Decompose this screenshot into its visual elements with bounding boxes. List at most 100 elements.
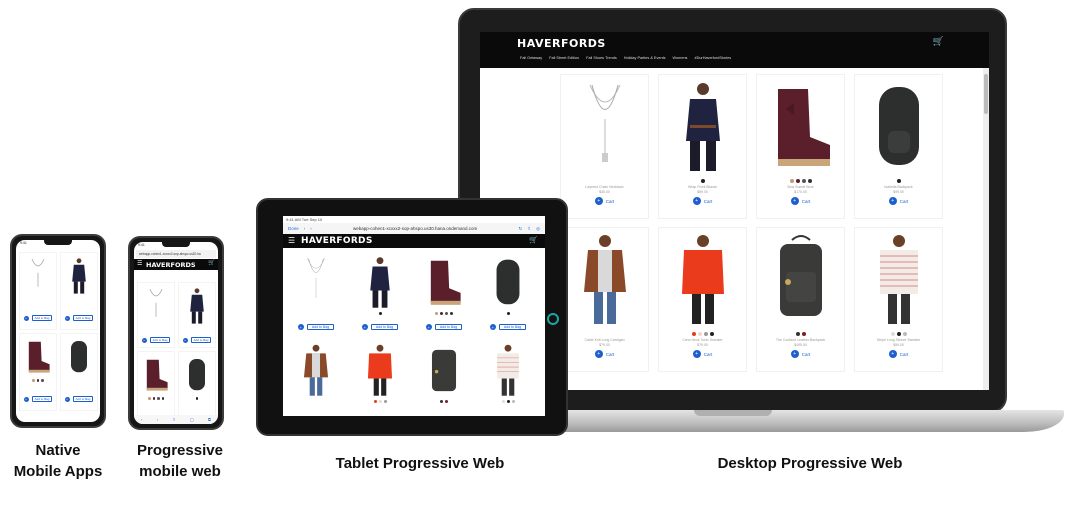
add-to-bag-button[interactable]: Add to Bag: [370, 324, 399, 330]
cart-link[interactable]: Cart: [606, 199, 615, 204]
forward-icon[interactable]: ›: [310, 226, 312, 231]
product-name[interactable]: Cable Knit Long Cardigan: [561, 338, 648, 342]
add-to-bag-button[interactable]: Add to Bag: [149, 337, 171, 343]
site-logo[interactable]: HAVERFORDS: [517, 37, 606, 50]
cart-link[interactable]: Cart: [704, 199, 713, 204]
color-swatches[interactable]: [179, 397, 215, 400]
back-icon[interactable]: ‹: [304, 226, 306, 231]
color-swatches[interactable]: [478, 400, 538, 403]
product-card[interactable]: + Add to Bag: [478, 252, 538, 334]
share-icon[interactable]: ⇪: [172, 417, 175, 422]
add-circle-icon[interactable]: +: [489, 324, 496, 330]
color-swatches[interactable]: [414, 312, 474, 315]
product-card[interactable]: [350, 340, 410, 416]
add-circle-icon[interactable]: +: [594, 197, 603, 205]
add-circle-icon[interactable]: +: [888, 350, 897, 358]
add-circle-icon[interactable]: +: [594, 350, 603, 358]
url-field[interactable]: webapp-cohen1-xcxxx2-sop-ahspo.us30.hana…: [317, 226, 514, 231]
product-card[interactable]: + Add to Bag: [60, 333, 98, 411]
add-circle-icon[interactable]: +: [790, 197, 799, 205]
home-button[interactable]: [547, 313, 559, 325]
product-card[interactable]: Bow Suede Boot $170.00 + Cart: [756, 74, 845, 219]
color-swatches[interactable]: [659, 332, 746, 336]
add-circle-icon[interactable]: +: [23, 396, 29, 402]
cart-link[interactable]: Cart: [802, 352, 811, 357]
product-card[interactable]: The Cortland Leather Backpack $495.00 + C…: [756, 227, 845, 372]
product-card[interactable]: Wrap Front Blouse $89.00 + Cart: [658, 74, 747, 219]
add-circle-icon[interactable]: +: [425, 324, 432, 330]
nav-item[interactable]: Womens: [673, 56, 688, 60]
add-circle-icon[interactable]: +: [790, 350, 799, 358]
product-card[interactable]: + Add to Bag: [414, 252, 474, 334]
forward-icon[interactable]: ›: [157, 417, 158, 422]
product-name[interactable]: The Cortland Leather Backpack: [757, 338, 844, 342]
back-icon[interactable]: ‹: [141, 417, 142, 422]
add-circle-icon[interactable]: +: [141, 337, 147, 343]
add-circle-icon[interactable]: +: [64, 315, 70, 321]
done-button[interactable]: Done: [288, 226, 299, 231]
cart-link[interactable]: Cart: [704, 352, 713, 357]
color-swatches[interactable]: [138, 397, 174, 400]
hamburger-menu-icon[interactable]: ☰: [288, 236, 295, 245]
color-swatches[interactable]: [757, 179, 844, 183]
product-card[interactable]: [478, 340, 538, 416]
color-swatches[interactable]: [855, 179, 942, 183]
nav-item[interactable]: Fall Street Edition: [549, 56, 579, 60]
nav-item[interactable]: Fall Getaway: [520, 56, 542, 60]
product-card[interactable]: Stripe Long Sleeve Sweater $59.00 + Cart: [854, 227, 943, 372]
site-logo[interactable]: HAVERFORDS: [146, 261, 196, 269]
product-name[interactable]: Isabella Backpack: [855, 185, 942, 189]
nav-item[interactable]: Fall Shoes Trends: [586, 56, 617, 60]
shopping-cart-icon[interactable]: 🛒: [933, 36, 944, 47]
product-card[interactable]: Layered Chain Necklace $45.00 + Cart: [560, 74, 649, 219]
color-swatches[interactable]: [855, 332, 942, 336]
color-swatches[interactable]: [350, 400, 410, 403]
cart-link[interactable]: Cart: [606, 352, 615, 357]
add-circle-icon[interactable]: +: [297, 324, 304, 330]
add-circle-icon[interactable]: +: [692, 350, 701, 358]
product-card[interactable]: [286, 340, 346, 416]
nav-item[interactable]: #DurHaverfordStories: [694, 56, 731, 60]
product-card[interactable]: + Add to Bag: [137, 282, 175, 348]
color-swatches[interactable]: [757, 332, 844, 336]
product-card[interactable]: + Add to Bag: [350, 252, 410, 334]
color-swatches[interactable]: [478, 312, 538, 315]
product-card[interactable]: + Add to Bag: [19, 333, 57, 411]
tabs-icon[interactable]: ⧉: [208, 417, 211, 422]
hamburger-menu-icon[interactable]: ☰: [137, 260, 142, 267]
product-card[interactable]: [137, 351, 175, 417]
cart-link[interactable]: Cart: [802, 199, 811, 204]
product-name[interactable]: Layered Chain Necklace: [561, 185, 648, 189]
color-swatches[interactable]: [414, 400, 474, 403]
nav-item[interactable]: Holiday Parties & Events: [624, 56, 666, 60]
add-circle-icon[interactable]: +: [692, 197, 701, 205]
product-card[interactable]: [178, 351, 216, 417]
product-card[interactable]: + Add to Bag: [60, 252, 98, 330]
add-to-bag-button[interactable]: Add to Bag: [72, 396, 94, 402]
add-to-bag-button[interactable]: Add to Bag: [434, 324, 463, 330]
product-card[interactable]: Crew Neck Tunic Sweater $79.00 + Cart: [658, 227, 747, 372]
product-card[interactable]: Cable Knit Long Cardigan $79.00 + Cart: [560, 227, 649, 372]
page-scrollbar[interactable]: [983, 68, 989, 390]
add-circle-icon[interactable]: +: [888, 197, 897, 205]
url-field[interactable]: webapp-cohen1-xcxxx2-sop-ahspo.us30.ha: [136, 250, 216, 258]
cart-link[interactable]: Cart: [900, 199, 909, 204]
shopping-cart-icon[interactable]: 🛒: [529, 236, 538, 244]
add-circle-icon[interactable]: +: [361, 324, 368, 330]
shopping-cart-icon[interactable]: 🛒: [208, 260, 215, 266]
cart-link[interactable]: Cart: [900, 352, 909, 357]
color-swatches[interactable]: [20, 379, 56, 382]
scrollbar-thumb[interactable]: [984, 74, 988, 114]
bookmarks-icon[interactable]: ▢: [190, 417, 194, 422]
add-circle-icon[interactable]: +: [182, 337, 188, 343]
product-name[interactable]: Bow Suede Boot: [757, 185, 844, 189]
add-to-bag-button[interactable]: Add to Bag: [498, 324, 527, 330]
product-name[interactable]: Wrap Front Blouse: [659, 185, 746, 189]
product-name[interactable]: Stripe Long Sleeve Sweater: [855, 338, 942, 342]
share-icon[interactable]: ⇪: [527, 226, 531, 232]
add-to-bag-button[interactable]: Add to Bag: [72, 315, 94, 321]
add-circle-icon[interactable]: +: [64, 396, 70, 402]
safari-icon[interactable]: ◎: [536, 226, 540, 232]
add-circle-icon[interactable]: +: [23, 315, 29, 321]
product-card[interactable]: + Add to Bag: [178, 282, 216, 348]
